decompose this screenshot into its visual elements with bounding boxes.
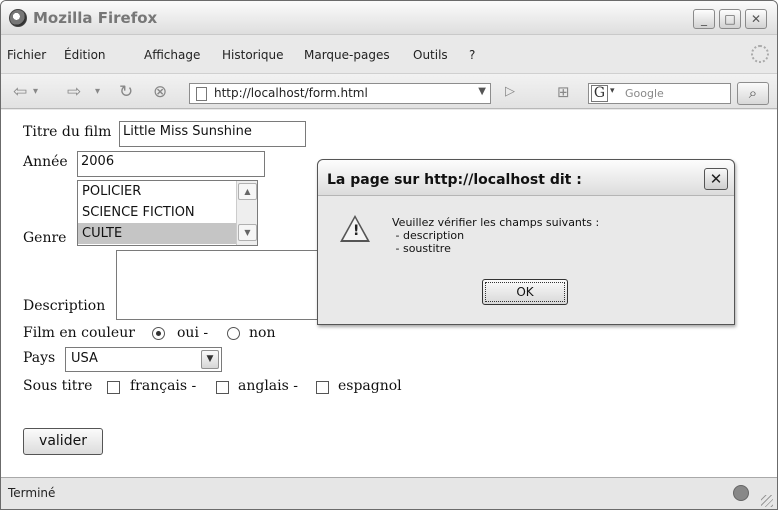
ok-button[interactable]: OK (482, 279, 568, 305)
reload-icon[interactable]: ↻ (119, 82, 133, 102)
forward-history-dropdown-icon[interactable]: ▾ (95, 82, 100, 102)
menu-affichage[interactable]: Affichage (144, 48, 200, 62)
scroll-down-icon[interactable]: ▼ (238, 224, 257, 241)
alert-dialog: La page sur http://localhost dit : ✕ ! V… (317, 159, 735, 325)
disabled-sign-icon (733, 485, 749, 501)
description-textarea[interactable] (116, 250, 319, 320)
stop-icon[interactable]: ⊗ (153, 82, 167, 102)
soustitre-espagnol-checkbox[interactable] (316, 381, 329, 394)
back-icon[interactable]: ⇦ (13, 82, 27, 102)
menu-historique[interactable]: Historique (222, 48, 284, 62)
resize-grip[interactable] (761, 495, 773, 507)
window-title: Mozilla Firefox (33, 9, 158, 27)
chevron-down-icon[interactable]: ▼ (201, 350, 219, 369)
titre-label: Titre du film (23, 124, 112, 140)
valider-button[interactable]: valider (23, 428, 103, 455)
engine-dropdown-icon[interactable]: ▾ (610, 86, 615, 96)
back-history-dropdown-icon[interactable]: ▾ (33, 82, 38, 102)
genre-listbox[interactable]: POLICIER SCIENCE FICTION CULTE ▲ ▼ (77, 180, 258, 246)
maximize-button[interactable]: □ (719, 9, 741, 29)
couleur-label: Film en couleur (23, 325, 135, 341)
firefox-logo-icon (9, 9, 27, 27)
dialog-title: La page sur http://localhost dit : (327, 172, 582, 188)
dialog-message-line: Veuillez vérifier les champs suivants : (392, 216, 600, 229)
soustitre-francais-label: français - (130, 378, 197, 394)
title-bar: Mozilla Firefox _ □ ✕ (1, 1, 777, 35)
menu-marque-pages[interactable]: Marque-pages (304, 48, 390, 62)
search-button[interactable]: ⌕ (737, 82, 769, 105)
annee-input[interactable]: 2006 (77, 151, 265, 177)
soustitre-francais-checkbox[interactable] (107, 381, 120, 394)
dialog-close-button[interactable]: ✕ (704, 168, 728, 190)
bookmark-icon[interactable]: ⊞ (557, 82, 570, 102)
dialog-message-line: - description (392, 229, 465, 242)
menu-bar: Fichier Édition Affichage Historique Mar… (1, 45, 777, 67)
menu-edition[interactable]: Édition (64, 48, 106, 62)
address-bar[interactable]: http://localhost/form.html ▼ (189, 83, 491, 104)
status-text: Terminé (8, 486, 56, 500)
genre-option-selected[interactable]: CULTE (78, 223, 257, 244)
page-icon (196, 87, 207, 101)
minimize-button[interactable]: _ (693, 9, 715, 29)
status-bar: Terminé (1, 477, 777, 509)
genre-label: Genre (23, 230, 67, 246)
menu-fichier[interactable]: Fichier (7, 48, 46, 62)
description-label: Description (23, 298, 106, 314)
throbber-icon (751, 45, 769, 63)
google-engine-icon[interactable]: G (591, 85, 608, 102)
couleur-oui-label: oui - (177, 325, 209, 341)
soustitre-anglais-label: anglais - (238, 378, 298, 394)
search-placeholder: Google (625, 87, 664, 100)
genre-option[interactable]: POLICIER (78, 181, 257, 202)
navigation-toolbar: ⇦ ▾ ⇨ ▾ ↻ ⊗ http://localhost/form.html ▼… (1, 73, 777, 109)
dialog-message-line: - soustitre (392, 242, 451, 255)
soustitre-anglais-checkbox[interactable] (216, 381, 229, 394)
annee-label: Année (23, 154, 68, 170)
menu-help[interactable]: ? (469, 48, 475, 62)
pays-label: Pays (23, 350, 56, 366)
magnifier-icon: ⌕ (748, 84, 758, 102)
pays-select[interactable]: USA ▼ (65, 347, 222, 372)
browser-window: Mozilla Firefox _ □ ✕ Fichier Édition Af… (0, 0, 778, 510)
forward-icon[interactable]: ⇨ (67, 82, 81, 102)
soustitre-label: Sous titre (23, 378, 93, 394)
warning-exclamation: ! (353, 223, 360, 239)
couleur-oui-radio[interactable] (152, 327, 165, 340)
search-box[interactable]: G ▾ Google (588, 83, 731, 104)
close-window-button[interactable]: ✕ (745, 9, 767, 29)
couleur-non-radio[interactable] (227, 327, 240, 340)
couleur-non-label: non (249, 325, 276, 341)
menu-outils[interactable]: Outils (413, 48, 448, 62)
titre-input[interactable]: Little Miss Sunshine (119, 121, 306, 147)
listbox-scrollbar[interactable]: ▲ ▼ (236, 181, 257, 245)
url-dropdown-icon[interactable]: ▼ (478, 86, 486, 97)
dialog-message: Veuillez vérifier les champs suivants : … (392, 216, 599, 255)
dialog-title-bar: La page sur http://localhost dit : ✕ (318, 160, 734, 196)
go-icon[interactable]: ▷ (505, 82, 515, 102)
scroll-up-icon[interactable]: ▲ (238, 183, 257, 200)
pays-value: USA (71, 351, 98, 366)
soustitre-espagnol-label: espagnol (338, 378, 402, 394)
genre-option[interactable]: SCIENCE FICTION (78, 202, 257, 223)
url-text: http://localhost/form.html (214, 86, 368, 100)
